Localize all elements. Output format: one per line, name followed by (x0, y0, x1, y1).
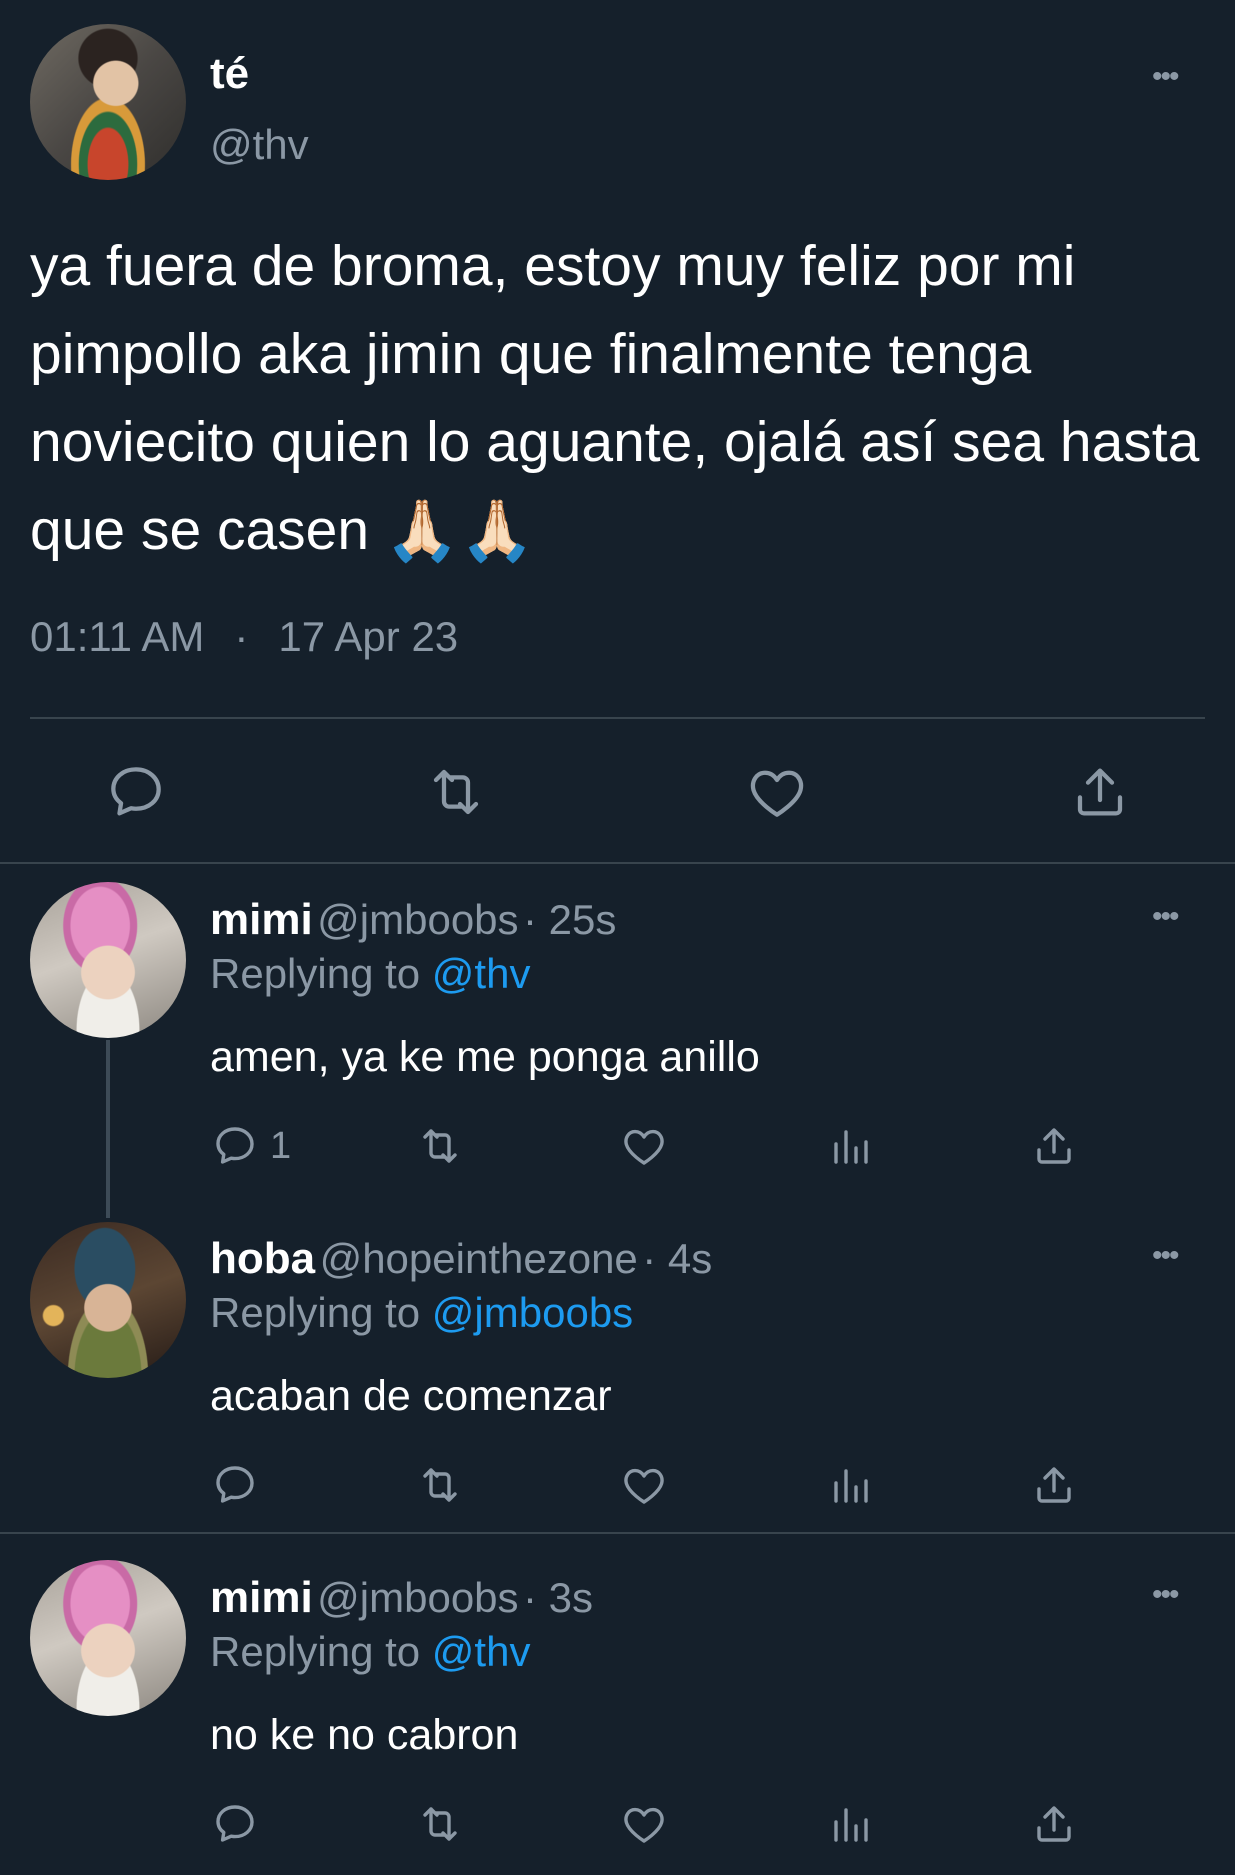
reply-divider (0, 1532, 1235, 1534)
reply-1-handle[interactable]: @jmboobs (317, 896, 518, 943)
main-tweet-divider (30, 717, 1205, 719)
reply-2-mention-link[interactable]: @jmboobs (432, 1289, 633, 1336)
reply-2-handle[interactable]: @hopeinthezone (320, 1235, 638, 1282)
thread-connector-line (106, 1040, 110, 1218)
reply-3-age: · 3s (523, 1574, 594, 1621)
like-icon[interactable] (620, 1800, 668, 1848)
reply-3-mention-link[interactable]: @thv (432, 1628, 531, 1675)
avatar-reply-3[interactable] (30, 1560, 186, 1716)
more-options-icon[interactable]: ••• (1152, 902, 1179, 932)
analytics-icon[interactable] (826, 1800, 874, 1848)
reply-3-handle[interactable]: @jmboobs (317, 1574, 518, 1621)
main-author-handle[interactable]: @thv (210, 120, 309, 170)
meta-separator: · (234, 613, 249, 660)
like-icon[interactable] (620, 1461, 668, 1509)
reply-1-replying-to: Replying to @thv (210, 948, 530, 1000)
retweet-icon[interactable] (416, 1122, 464, 1170)
reply-2-name[interactable]: hoba (210, 1234, 315, 1283)
main-tweet-date[interactable]: 17 Apr 23 (278, 613, 458, 660)
main-tweet-body: ya fuera de broma, estoy muy feliz por m… (30, 234, 1200, 562)
avatar-reply-2[interactable] (30, 1222, 186, 1378)
analytics-icon[interactable] (826, 1122, 874, 1170)
reply-1-name[interactable]: mimi (210, 895, 313, 944)
reply-1-header: mimi @jmboobs · 25s (210, 894, 616, 956)
reply-3-text: no ke no cabron (210, 1711, 519, 1759)
share-icon[interactable] (1030, 1122, 1078, 1170)
retweet-icon[interactable] (424, 760, 488, 824)
reply-2-replying-to: Replying to @jmboobs (210, 1287, 633, 1339)
main-author-name[interactable]: té (210, 48, 249, 100)
analytics-icon[interactable] (826, 1461, 874, 1509)
replying-prefix: Replying to (210, 950, 421, 997)
reply-icon[interactable] (211, 1122, 259, 1170)
like-icon[interactable] (745, 760, 809, 824)
reply-2-text: acaban de comenzar (210, 1372, 612, 1420)
avatar-reply-1[interactable] (30, 882, 186, 1038)
reply-2-header: hoba @hopeinthezone · 4s (210, 1233, 712, 1295)
more-options-icon[interactable]: ••• (1152, 62, 1179, 92)
retweet-icon[interactable] (416, 1461, 464, 1509)
like-icon[interactable] (620, 1122, 668, 1170)
share-icon[interactable] (1030, 1461, 1078, 1509)
reply-icon[interactable] (211, 1461, 259, 1509)
main-tweet-text: ya fuera de broma, estoy muy feliz por m… (30, 222, 1200, 575)
reply-1-mention-link[interactable]: @thv (432, 950, 531, 997)
retweet-icon[interactable] (416, 1800, 464, 1848)
main-tweet-meta: 01:11 AM · 17 Apr 23 (30, 612, 458, 662)
reply-1-reply-count: 1 (270, 1125, 292, 1167)
main-tweet-time[interactable]: 01:11 AM (30, 613, 204, 660)
reply-icon[interactable] (104, 760, 168, 824)
avatar-main-author[interactable] (30, 24, 186, 180)
reply-2-age: · 4s (642, 1235, 713, 1282)
replying-prefix: Replying to (210, 1628, 421, 1675)
praying-hands-emoji: 🙏🏻🙏🏻 (384, 497, 535, 564)
more-options-icon[interactable]: ••• (1152, 1241, 1179, 1271)
reply-3-header: mimi @jmboobs · 3s (210, 1572, 593, 1634)
share-icon[interactable] (1068, 760, 1132, 824)
reply-1-age: · 25s (523, 896, 617, 943)
thread-divider (0, 862, 1235, 864)
more-options-icon[interactable]: ••• (1152, 1580, 1179, 1610)
share-icon[interactable] (1030, 1800, 1078, 1848)
reply-3-name[interactable]: mimi (210, 1573, 313, 1622)
reply-icon[interactable] (211, 1800, 259, 1848)
replying-prefix: Replying to (210, 1289, 421, 1336)
reply-1-text: amen, ya ke me ponga anillo (210, 1033, 760, 1081)
reply-3-replying-to: Replying to @thv (210, 1626, 530, 1678)
